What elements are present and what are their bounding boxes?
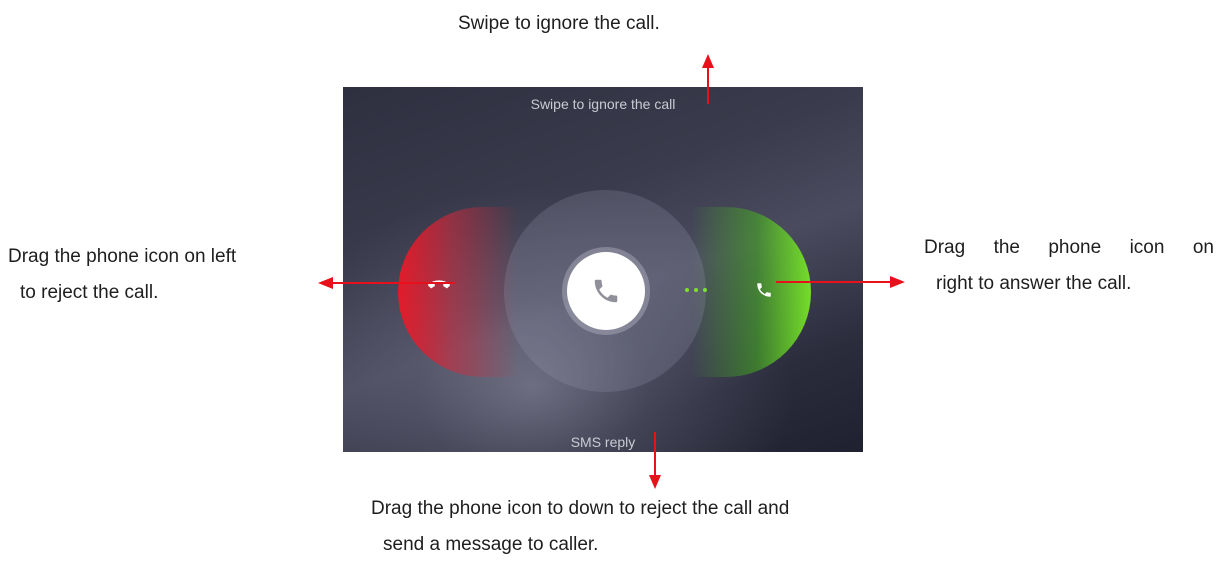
annotation-text: send a message to caller. [383,534,599,555]
phone-hangup-icon[interactable] [428,274,450,296]
reject-zone[interactable] [398,207,518,377]
phone-answer-icon[interactable] [755,281,773,299]
annotation-text: Drag the phone icon to down to reject th… [371,498,790,519]
annotation-swipe-ignore: Swipe to ignore the call. [458,6,660,42]
ellipsis-icon [685,288,707,292]
annotation-text: Swipe to ignore the call. [458,13,660,34]
incoming-call-screen: Swipe to ignore the call SMS reply [343,87,863,452]
answer-zone[interactable] [691,207,811,377]
word: icon [1129,237,1165,258]
annotation-text-justified: Drag the phone icon on [924,230,1214,266]
phone-drag-handle[interactable] [567,252,645,330]
word: Drag [924,237,966,258]
annotation-reject: Drag the phone icon on left to reject th… [8,239,236,311]
annotation-text: right to answer the call. [936,273,1132,294]
annotation-text: Drag the phone icon on left [8,246,237,267]
word: phone [1048,237,1102,258]
annotation-answer: Drag the phone icon on right to answer t… [924,230,1214,302]
word: on [1192,237,1214,258]
word: the [993,237,1020,258]
phone-icon [594,279,618,303]
sms-reply-label[interactable]: SMS reply [343,434,863,450]
annotation-sms-reject: Drag the phone icon to down to reject th… [371,491,789,563]
annotation-text: to reject the call. [20,282,159,303]
swipe-ignore-label[interactable]: Swipe to ignore the call [343,96,863,112]
